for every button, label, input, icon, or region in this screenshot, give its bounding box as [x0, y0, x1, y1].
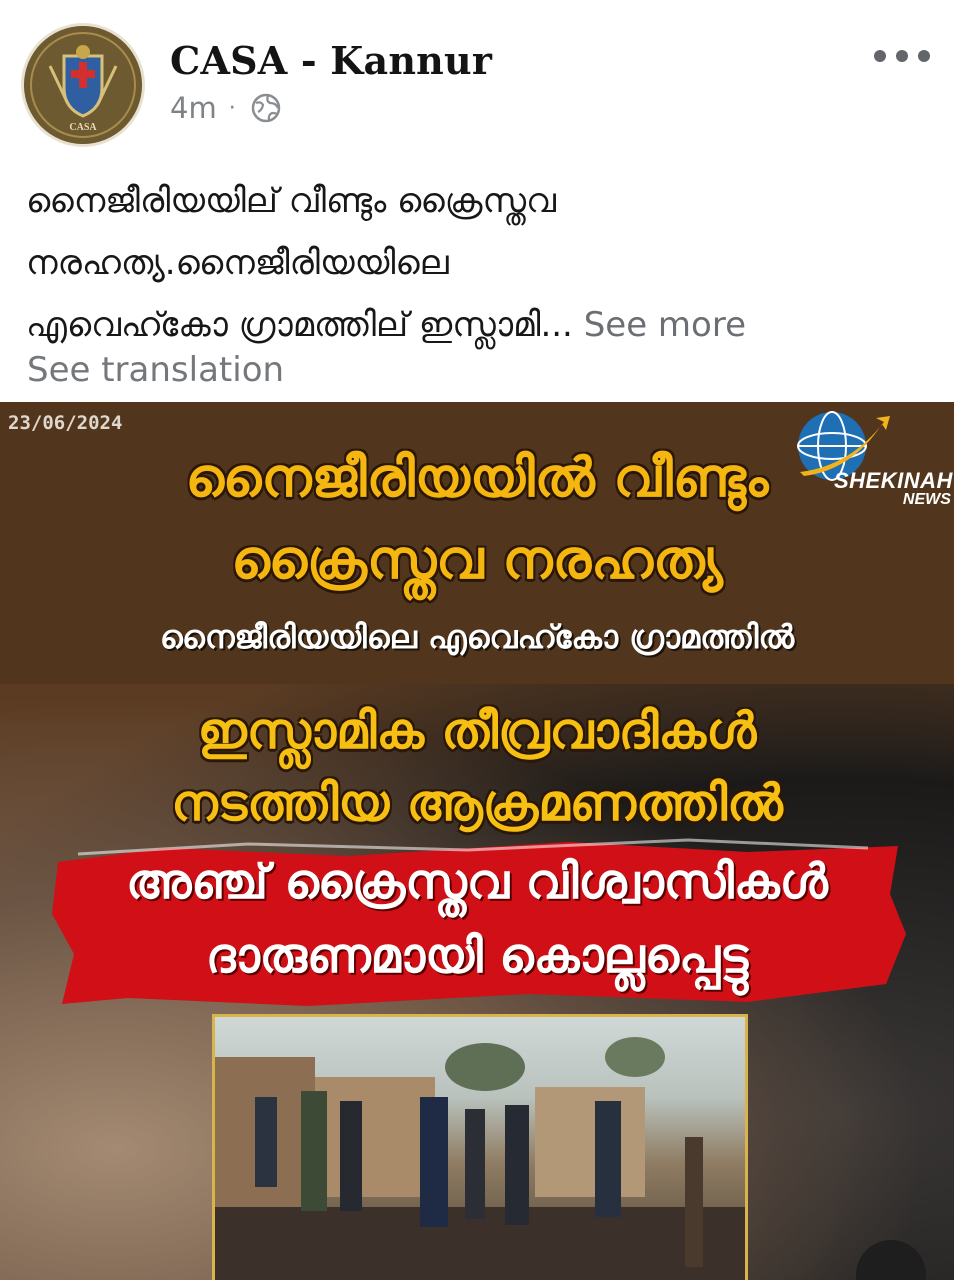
image-date: 23/06/2024: [8, 412, 123, 434]
caption-text: എവെഹ്കോ ഗ്രാമത്തില് ഇസ്ലാമി...: [26, 305, 573, 345]
more-dot-icon: [896, 50, 908, 62]
post-image[interactable]: 23/06/2024 SHEKINAH NEWS നൈജീരിയയിൽ വീണ്…: [0, 402, 954, 1280]
caption-line: നരഹത്യ.നൈജീരിയയിലെ: [26, 243, 449, 283]
post-header: CASA CASA - Kannur 4m ·: [0, 0, 954, 150]
banner-line-2: ദാരുണമായി കൊല്ലപ്പെട്ടു: [205, 928, 749, 984]
page-avatar[interactable]: CASA: [24, 26, 142, 144]
page-name[interactable]: CASA - Kannur: [170, 38, 492, 83]
more-dot-icon: [918, 50, 930, 62]
headline-4: നടത്തിയ ആക്രമണത്തിൽ: [171, 774, 783, 832]
avatar-label: CASA: [69, 122, 97, 133]
sub-headline: നൈജീരിയയിലെ എവെഹ്കോ ഗ്രാമത്തിൽ: [159, 618, 795, 656]
headline-2: ക്രൈസ്തവ നരഹത്യ: [231, 528, 723, 591]
casa-crest-icon: CASA: [24, 26, 142, 144]
caption-line: നൈജീരിയയില് വീണ്ടും ക്രൈസ്തവ: [26, 181, 556, 221]
inset-photo: [212, 1014, 748, 1280]
caption-line: എവെഹ്കോ ഗ്രാമത്തില് ഇസ്ലാമി... See more: [26, 294, 926, 356]
post-caption: നൈജീരിയയില് വീണ്ടും ക്രൈസ്തവ നരഹത്യ.നൈജീ…: [26, 170, 926, 356]
banner-line-1: അഞ്ച് ക്രൈസ്തവ വിശ്വാസികൾ: [126, 854, 828, 910]
globe-icon: [251, 93, 280, 123]
village-scene-image: [215, 1037, 745, 1280]
see-translation-link[interactable]: See translation: [27, 350, 284, 390]
more-options-button[interactable]: [874, 42, 930, 70]
see-more-link[interactable]: See more: [584, 305, 746, 345]
post-meta: 4m ·: [170, 88, 282, 128]
headline-3: ഇസ്ലാമിക തീവ്രവാദികൾ: [197, 702, 757, 760]
post-time[interactable]: 4m: [170, 91, 217, 125]
more-dot-icon: [874, 50, 886, 62]
meta-separator: ·: [228, 95, 236, 121]
headline-1: നൈജീരിയയിൽ വീണ്ടും: [185, 446, 769, 509]
